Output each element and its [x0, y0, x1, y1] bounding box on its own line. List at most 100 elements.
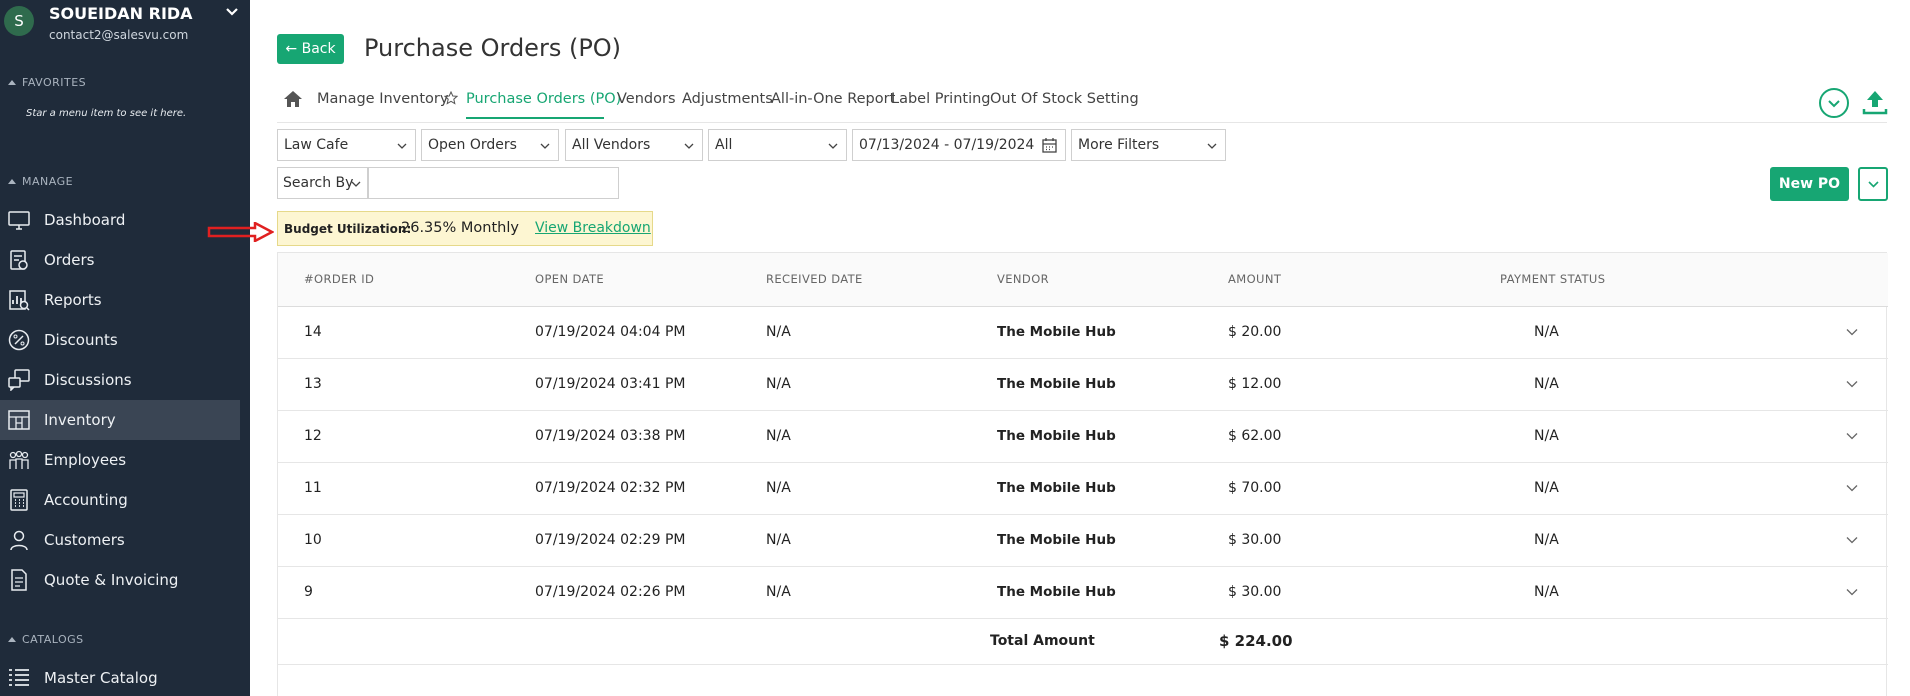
new-po-dropdown-button[interactable] — [1858, 167, 1888, 201]
type-select[interactable]: All — [708, 129, 847, 161]
table-row[interactable]: 14 07/19/2024 04:04 PM N/A The Mobile Hu… — [278, 307, 1888, 359]
customer-icon — [10, 530, 28, 551]
discussion-icon — [8, 369, 30, 391]
date-range-picker[interactable]: 07/13/2024 - 07/19/2024 — [852, 129, 1066, 161]
collapse-icon — [8, 637, 16, 642]
column-header[interactable]: PAYMENT STATUS — [1500, 272, 1605, 286]
payment-status: N/A — [1534, 480, 1559, 496]
tab-vendors[interactable]: Vendors — [617, 91, 676, 107]
chevron-down-icon[interactable] — [1846, 588, 1858, 596]
chevron-down-icon — [684, 143, 694, 149]
expand-button[interactable] — [1819, 88, 1849, 118]
sidebar-item-label: Orders — [44, 251, 95, 269]
search-input[interactable] — [368, 167, 619, 199]
more-filters-select[interactable]: More Filters — [1071, 129, 1226, 161]
sidebar-item-discounts[interactable]: Discounts — [0, 320, 240, 360]
amount: $ 20.00 — [1228, 324, 1282, 340]
collapse-icon — [8, 80, 16, 85]
back-button[interactable]: ← Back — [277, 34, 344, 64]
home-icon[interactable] — [283, 90, 303, 108]
table-row[interactable]: 11 07/19/2024 02:32 PM N/A The Mobile Hu… — [278, 463, 1888, 515]
chevron-down-icon[interactable] — [224, 4, 240, 20]
vendor: The Mobile Hub — [997, 428, 1116, 444]
chevron-down-icon[interactable] — [1846, 380, 1858, 388]
sidebar-item-discussions[interactable]: Discussions — [0, 360, 240, 400]
arrow-left-icon: ← — [285, 41, 298, 57]
payment-status: N/A — [1534, 428, 1559, 444]
view-breakdown-link[interactable]: View Breakdown — [535, 220, 651, 236]
table-row[interactable]: 13 07/19/2024 03:41 PM N/A The Mobile Hu… — [278, 359, 1888, 411]
status-select[interactable]: Open Orders — [421, 129, 559, 161]
chevron-down-icon[interactable] — [1846, 432, 1858, 440]
chevron-down-icon — [1207, 143, 1217, 149]
calculator-icon — [10, 489, 28, 511]
vendor: The Mobile Hub — [997, 480, 1116, 496]
sidebar-item-accounting[interactable]: Accounting — [0, 480, 240, 520]
star-icon[interactable] — [444, 91, 458, 105]
sidebar-item-dashboard[interactable]: Dashboard — [0, 200, 240, 240]
tab-manage-inventory[interactable]: Manage Inventory — [317, 91, 448, 107]
sidebar-item-reports[interactable]: Reports — [0, 280, 240, 320]
new-po-button[interactable]: New PO — [1770, 167, 1849, 201]
received-date: N/A — [766, 428, 791, 444]
sidebar-item-label: Reports — [44, 291, 102, 309]
favorites-header[interactable]: FAVORITES — [8, 76, 86, 89]
chevron-down-icon[interactable] — [1846, 484, 1858, 492]
sidebar-item-label: Dashboard — [44, 211, 126, 229]
sidebar-item-label: Discounts — [44, 331, 118, 349]
upload-icon[interactable] — [1862, 89, 1888, 115]
chevron-down-icon — [1828, 100, 1840, 108]
received-date: N/A — [766, 324, 791, 340]
open-date: 07/19/2024 03:38 PM — [535, 428, 686, 444]
catalog-icon — [9, 669, 29, 686]
favorites-hint: Star a menu item to see it here. — [26, 108, 187, 119]
collapse-icon — [8, 179, 16, 184]
received-date: N/A — [766, 480, 791, 496]
tabs-divider — [277, 122, 1887, 123]
column-header[interactable]: VENDOR — [997, 272, 1049, 286]
purchase-orders-table: #ORDER ID OPEN DATE RECEIVED DATE VENDOR… — [277, 252, 1888, 696]
sidebar-item-quote-invoicing[interactable]: Quote & Invoicing — [0, 560, 240, 600]
tab-purchase-orders[interactable]: Purchase Orders (PO) — [466, 91, 621, 107]
monitor-icon — [8, 211, 30, 230]
chevron-down-icon — [397, 143, 407, 149]
column-header[interactable]: #ORDER ID — [304, 272, 374, 286]
column-header[interactable]: OPEN DATE — [535, 272, 604, 286]
order-id: 11 — [304, 480, 322, 496]
open-date: 07/19/2024 03:41 PM — [535, 376, 686, 392]
table-header: #ORDER ID OPEN DATE RECEIVED DATE VENDOR… — [278, 253, 1888, 307]
sidebar-item-inventory[interactable]: Inventory — [0, 400, 240, 440]
total-value: $ 224.00 — [1219, 632, 1293, 650]
vendor: The Mobile Hub — [997, 584, 1116, 600]
tab-label-printing[interactable]: Label Printing — [891, 91, 991, 107]
sidebar-item-label: Master Catalog — [44, 669, 158, 687]
manage-header[interactable]: MANAGE — [8, 175, 73, 188]
sidebar-item-customers[interactable]: Customers — [0, 520, 240, 560]
sidebar-item-employees[interactable]: Employees — [0, 440, 240, 480]
chevron-down-icon[interactable] — [1846, 328, 1858, 336]
tab-out-of-stock-setting[interactable]: Out Of Stock Setting — [990, 91, 1139, 107]
column-header[interactable]: RECEIVED DATE — [766, 272, 863, 286]
sidebar-item-orders[interactable]: Orders — [0, 240, 240, 280]
sidebar-item-master-catalog[interactable]: Master Catalog — [0, 658, 240, 696]
column-header[interactable]: AMOUNT — [1228, 272, 1281, 286]
payment-status: N/A — [1534, 376, 1559, 392]
chevron-down-icon — [540, 143, 550, 149]
user-profile[interactable]: S SOUEIDAN RIDA contact2@salesvu.com — [0, 0, 250, 56]
catalogs-header[interactable]: CATALOGS — [8, 633, 84, 646]
tab-adjustments[interactable]: Adjustments — [682, 91, 773, 107]
chevron-down-icon[interactable] — [1846, 536, 1858, 544]
employees-icon — [9, 450, 29, 469]
location-select[interactable]: Law Cafe — [277, 129, 416, 161]
order-id: 9 — [304, 584, 313, 600]
total-label: Total Amount — [990, 633, 1095, 649]
tab-all-in-one-report[interactable]: All-in-One Report — [771, 91, 895, 107]
search-by-select[interactable]: Search By — [277, 167, 368, 199]
vendor-select[interactable]: All Vendors — [565, 129, 703, 161]
table-row[interactable]: 10 07/19/2024 02:29 PM N/A The Mobile Hu… — [278, 515, 1888, 567]
table-row[interactable]: 12 07/19/2024 03:38 PM N/A The Mobile Hu… — [278, 411, 1888, 463]
received-date: N/A — [766, 584, 791, 600]
budget-utilization-banner: Budget Utilization: 26.35% Monthly View … — [277, 211, 653, 246]
table-row[interactable]: 9 07/19/2024 02:26 PM N/A The Mobile Hub… — [278, 567, 1888, 619]
amount: $ 70.00 — [1228, 480, 1282, 496]
